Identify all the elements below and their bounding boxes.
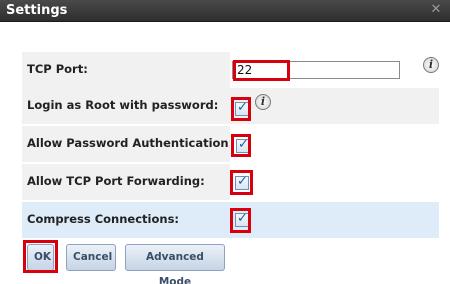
highlight-login-root (231, 97, 251, 121)
allow-tcp-forwarding-cell (230, 164, 439, 200)
allow-tcp-forwarding-label: Allow TCP Port Forwarding: (27, 174, 205, 188)
advanced-mode-button[interactable]: Advanced Mode (125, 244, 225, 284)
highlight-compress (230, 208, 251, 233)
info-icon[interactable]: i (255, 94, 271, 110)
highlight-allow-tcp-forwarding (230, 170, 253, 195)
info-icon[interactable]: i (423, 57, 439, 73)
close-icon[interactable]: ✕ (428, 2, 444, 18)
allow-password-cell (230, 126, 439, 162)
login-root-label: Login as Root with password: (27, 98, 219, 112)
highlight-tcp-port (233, 60, 290, 81)
dialog-titlebar: Settings ✕ (0, 0, 450, 22)
cancel-button[interactable]: Cancel (66, 244, 116, 271)
compress-label: Compress Connections: (27, 212, 180, 226)
allow-password-label: Allow Password Authentication: (27, 136, 234, 150)
tcp-port-label: TCP Port: (27, 62, 88, 76)
dialog-title: Settings (6, 3, 68, 18)
highlight-ok (23, 240, 58, 273)
compress-cell (230, 202, 439, 238)
highlight-allow-password (231, 134, 251, 157)
